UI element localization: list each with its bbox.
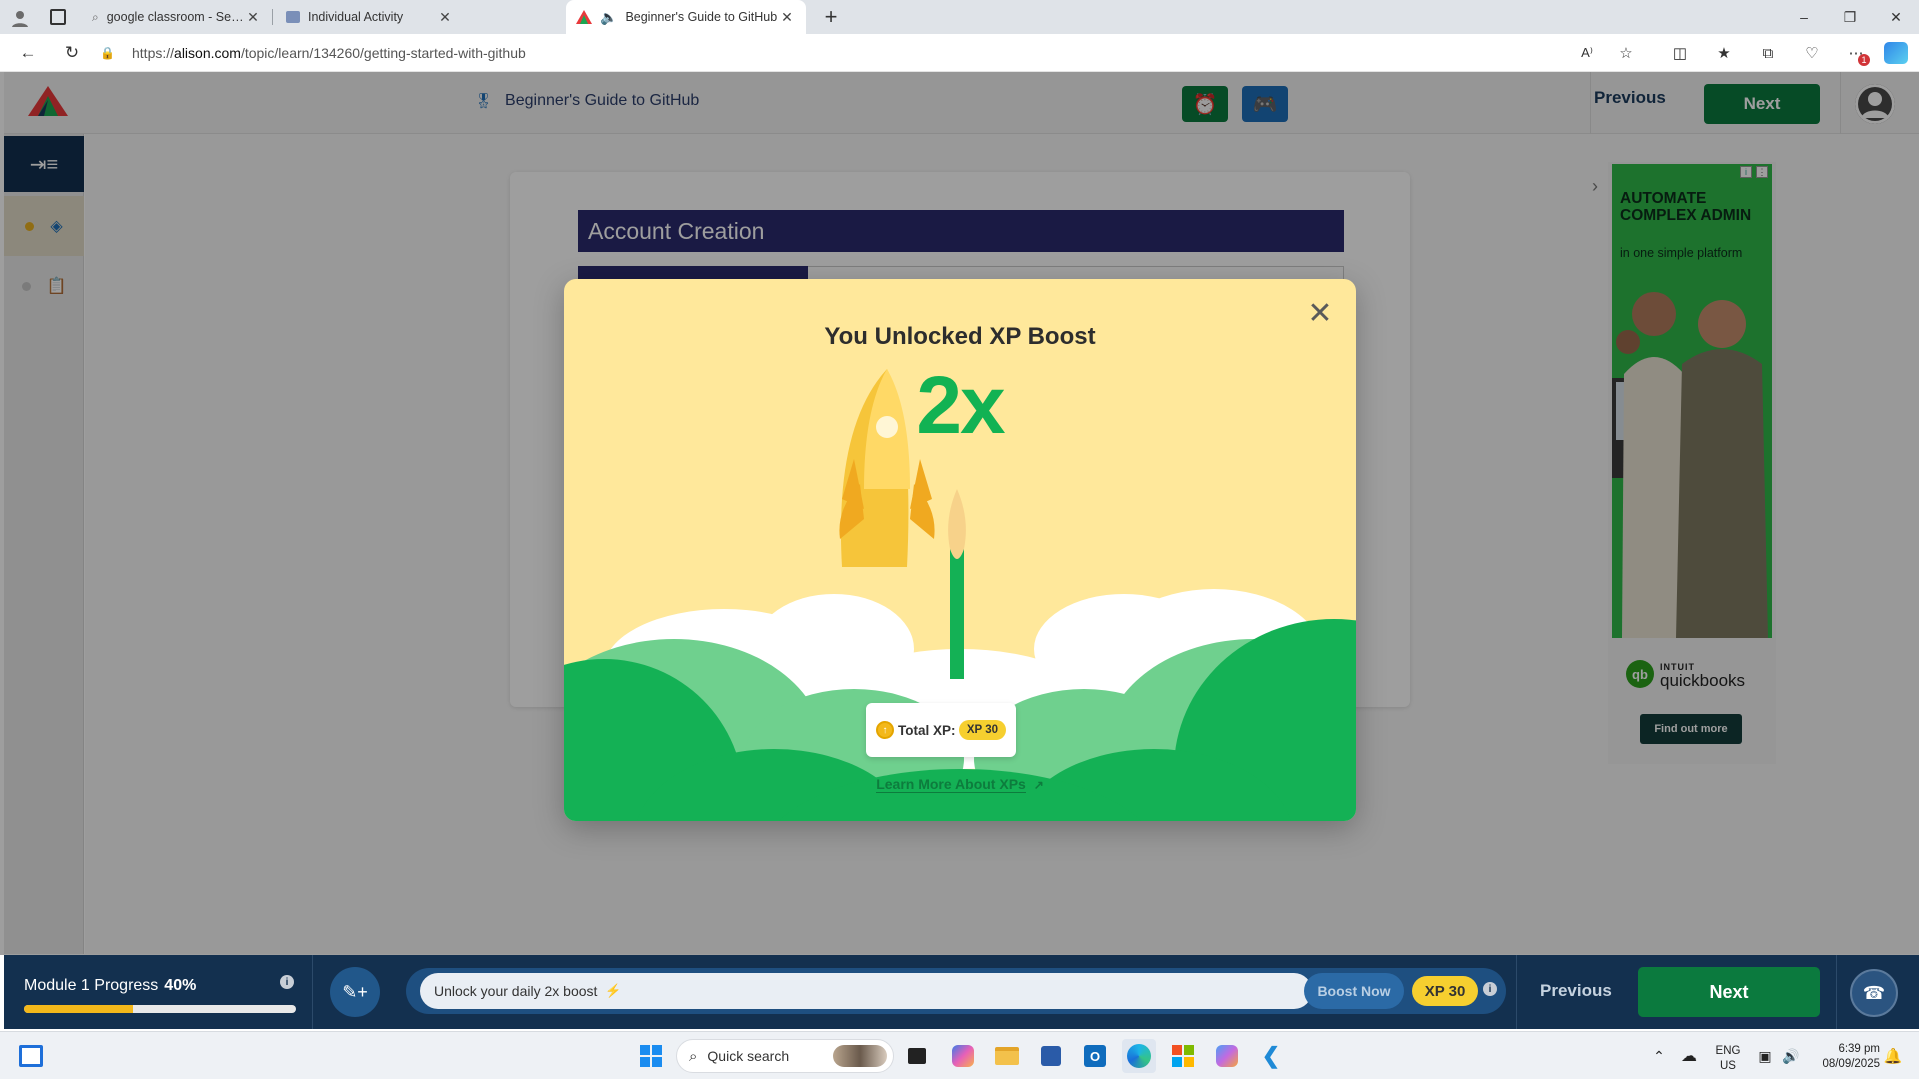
url-host: alison.com [174,45,241,61]
taskbar-search[interactable]: ⌕ Quick search [676,1039,894,1073]
learn-more-text: Learn More About XPs [876,776,1026,793]
close-tab-icon[interactable]: ✕ [778,9,796,26]
classroom-icon [286,11,300,23]
microsoft-365-icon[interactable] [1166,1039,1200,1073]
xp-boost-modal: You Unlocked XP Boost 2x ✕ ↑ Total XP: X… [564,279,1356,821]
module-label-text: Module 1 Progress [24,977,159,994]
search-highlight-icon [833,1045,887,1067]
total-xp-label: Total XP: [898,722,956,738]
close-window-button[interactable]: ✕ [1874,0,1918,34]
boost-message: Unlock your daily 2x boost ⚡ [420,973,1312,1009]
bottom-bar: Module 1 Progress 40% i ✎+ Unlock your da… [4,955,1919,1029]
xp-multiplier: 2x [916,360,1005,451]
add-note-button[interactable]: ✎+ [330,967,380,1017]
boost-now-button[interactable]: Boost Now [1304,973,1404,1009]
module-info-icon[interactable]: i [280,975,294,989]
tab-individual-activity[interactable]: Individual Activity ✕ [276,0,464,34]
split-screen-icon[interactable]: ◫ [1668,42,1692,64]
tab-actions-icon[interactable] [50,9,66,25]
url-field[interactable]: 🔒 https:// alison.com /topic/learn/13426… [100,38,1600,68]
windows-taskbar: ⌕ Quick search O ❮ ⌃ ☁ ENG US ▣ 🔊 6:39 p… [0,1031,1919,1079]
modal-title: You Unlocked XP Boost [824,323,1096,350]
bottom-previous-button[interactable]: Previous [1540,981,1612,1001]
microsoft-store-icon[interactable] [1034,1039,1068,1073]
profile-icon[interactable] [10,8,30,28]
browser-tab-bar: ⌕ google classroom - Search ✕ Individual… [0,0,1919,34]
url-path: /topic/learn/134260/getting-started-with… [240,45,526,61]
read-aloud-icon[interactable]: A⁾ [1575,42,1599,64]
widgets-icon[interactable] [14,1039,48,1073]
new-tab-button[interactable]: + [818,4,844,30]
tab-title: google classroom - Search [106,10,244,24]
lock-icon: 🔒 [100,46,115,60]
vscode-icon[interactable]: ❮ [1254,1039,1288,1073]
clock[interactable]: 6:39 pm 08/09/2025 [1808,1042,1880,1072]
external-link-icon: ↗ [1033,778,1044,792]
show-hidden-icons-chevron-icon[interactable]: ⌃ [1642,1039,1676,1073]
speaker-icon[interactable]: 🔈 [600,9,617,26]
alison-favicon [576,10,592,24]
tab-google-classroom[interactable]: ⌕ google classroom - Search ✕ [82,0,272,34]
learn-more-xp-link[interactable]: Learn More About XPs ↗ [564,776,1356,793]
url-prefix: https:// [132,45,175,61]
total-xp-card: ↑ Total XP: XP 30 [866,703,1016,757]
outlook-icon[interactable]: O [1078,1039,1112,1073]
start-windows-icon[interactable] [634,1039,668,1073]
boost-xp-badge: XP 30 [1412,976,1478,1006]
address-bar: ← ↻ 🔒 https:// alison.com /topic/learn/1… [0,34,1919,72]
total-xp-badge: XP 30 [958,720,1006,740]
lang-top: ENG [1715,1045,1741,1057]
module-progress-fill [24,1005,133,1013]
xp-coin-icon: ↑ [876,721,894,739]
back-button[interactable]: ← [14,40,42,66]
notification-badge: 1 [1858,54,1870,66]
volume-icon[interactable]: 🔊 [1774,1039,1808,1073]
tab-title: Individual Activity [308,10,404,24]
bottom-next-button[interactable]: Next [1638,967,1820,1017]
modal-close-icon[interactable]: ✕ [1300,293,1340,333]
module-progress-percent: 40% [164,977,197,994]
close-tab-icon[interactable]: ✕ [436,9,454,26]
favorite-star-icon[interactable]: ☆ [1614,42,1638,64]
copilot-taskbar-icon[interactable] [1210,1039,1244,1073]
boost-text: Unlock your daily 2x boost [434,983,598,999]
search-icon: ⌕ [689,1047,698,1065]
module-progress-label: Module 1 Progress 40% [24,977,196,995]
copilot-icon[interactable] [1884,42,1908,64]
notifications-bell-icon[interactable]: 🔔 [1876,1039,1910,1073]
tab-beginners-guide[interactable]: 🔈 Beginner's Guide to GitHub ✕ [566,0,806,34]
copilot-app-icon[interactable] [946,1039,980,1073]
clock-date: 08/09/2025 [1822,1058,1880,1070]
refresh-button[interactable]: ↻ [58,40,86,66]
lang-bottom: US [1720,1060,1736,1072]
clock-time: 6:39 pm [1838,1043,1880,1055]
onedrive-cloud-icon[interactable]: ☁ [1672,1039,1706,1073]
tab-title: Beginner's Guide to GitHub [625,10,778,24]
module-progress-track [24,1005,296,1013]
task-view-icon[interactable] [900,1039,934,1073]
browser-essentials-icon[interactable]: ♡ [1800,42,1824,64]
language-indicator[interactable]: ENG US [1712,1044,1744,1074]
lightning-icon: ⚡ [605,983,622,998]
favorites-icon[interactable]: ★ [1712,42,1736,64]
collections-icon[interactable]: ⧉ [1756,42,1780,64]
support-headset-icon[interactable]: ☎ [1850,969,1898,1017]
boost-info-icon[interactable]: i [1483,982,1497,996]
edge-browser-icon[interactable] [1122,1039,1156,1073]
minimize-button[interactable]: – [1782,0,1826,34]
close-tab-icon[interactable]: ✕ [244,9,262,26]
search-icon: ⌕ [92,9,99,24]
file-explorer-icon[interactable] [990,1039,1024,1073]
taskbar-search-placeholder: Quick search [707,1048,790,1064]
restore-button[interactable]: ❐ [1828,0,1872,34]
